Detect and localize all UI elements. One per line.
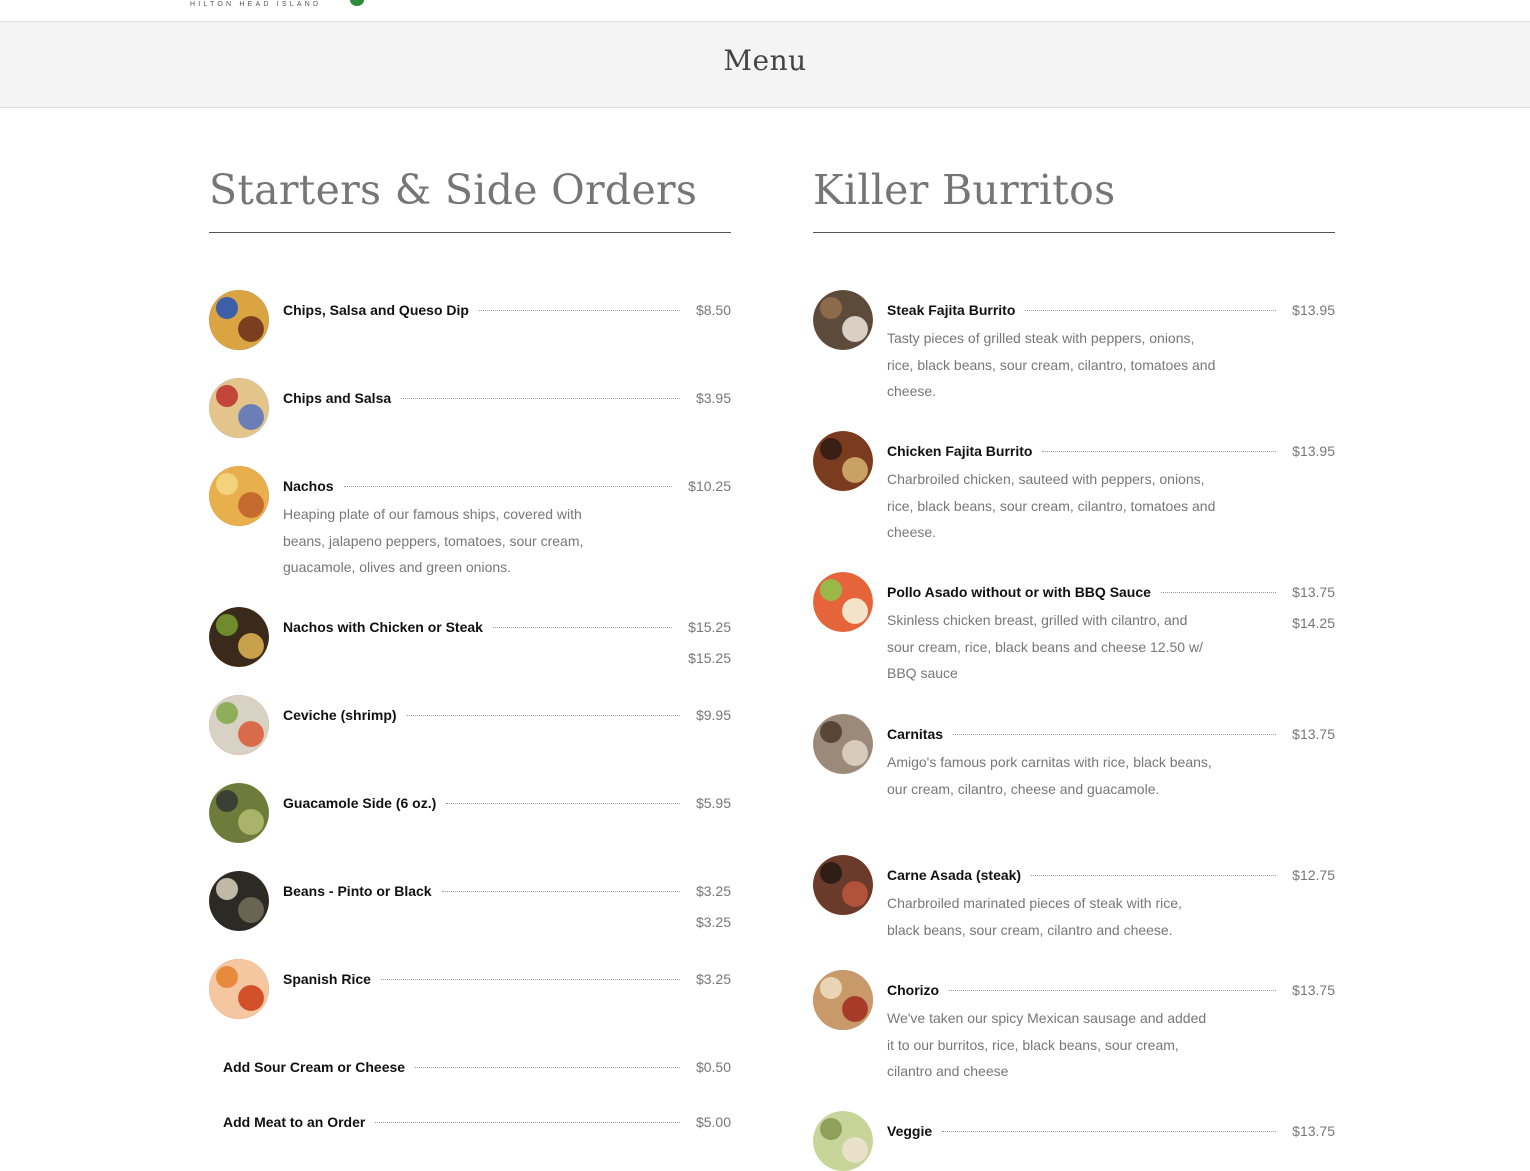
menu-item-name: Chicken Fajita Burrito [887,443,1033,459]
menu-item-price: $8.50 [695,302,731,318]
dotted-leader [949,990,1277,991]
beans-photo-icon [209,871,269,931]
menu-item-price: $9.95 [695,707,731,723]
menu-item-price: $13.75 [1292,982,1335,998]
menu-item-description: Heaping plate of our famous ships, cover… [283,506,584,575]
section-title-starters: Starters & Side Orders [209,160,731,233]
dotted-leader [942,1131,1277,1132]
dotted-leader [446,803,680,804]
menu-item-price: $13.95 [1292,443,1335,459]
menu-item-name: Ceviche (shrimp) [283,707,397,723]
menu-item-name: Carne Asada (steak) [887,867,1022,883]
menu-item-price: $13.75 [1292,584,1335,600]
steak-burrito-photo-icon [813,290,873,350]
menu-item-price-alt: $15.25 [688,650,731,666]
rice-photo-icon [209,959,269,1019]
menu-item-description: Charbroiled marinated pieces of steak wi… [887,895,1182,938]
menu-item-price: $10.25 [688,478,731,494]
dotted-leader [1042,451,1277,452]
menu-item-name: Spanish Rice [283,971,371,987]
menu-item-name: Carnitas [887,726,944,742]
menu-item-name: Guacamole Side (6 oz.) [283,795,437,811]
chorizo-photo-icon [813,970,873,1030]
logo-leaf-icon [350,0,364,6]
menu-item-name: Add Sour Cream or Cheese [223,1059,406,1075]
chips-salsa-photo-icon [209,378,269,438]
menu-item-price: $12.75 [1292,867,1335,883]
menu-item-price: $3.25 [695,883,731,899]
starters-section: Starters & Side Orders Chips, Salsa and … [209,160,731,1130]
menu-item-name: Pollo Asado without or with BBQ Sauce [887,584,1151,600]
menu-item-price-alt: $3.25 [695,914,731,930]
dotted-leader [401,398,680,399]
dotted-leader [1031,875,1277,876]
menu-item-name: Add Meat to an Order [223,1114,366,1130]
nachos-photo-icon [209,466,269,526]
ceviche-photo-icon [209,695,269,755]
dotted-leader [953,734,1277,735]
dotted-leader [380,979,680,980]
section-title-burritos: Killer Burritos [813,160,1335,233]
veggie-photo-icon [813,1111,873,1171]
dotted-leader [406,715,680,716]
menu-item-name: Nachos with Chicken or Steak [283,619,483,635]
menu-item-price: $13.75 [1292,1123,1335,1139]
dotted-leader [375,1122,680,1123]
top-nav-bar: HILTON HEAD ISLAND [0,0,1530,22]
menu-item-description: Tasty pieces of grilled steak with peppe… [887,330,1216,399]
menu-item-name: Steak Fajita Burrito [887,302,1016,318]
menu-item-price: $3.25 [695,971,731,987]
guacamole-photo-icon [209,783,269,843]
site-logo[interactable]: HILTON HEAD ISLAND [190,0,370,9]
menu-item-name: Veggie [887,1123,933,1139]
dotted-leader [1025,310,1277,311]
menu-item-price: $13.75 [1292,726,1335,742]
dotted-leader [1160,592,1277,593]
pollo-asado-photo-icon [813,572,873,632]
menu-item-name: Chips, Salsa and Queso Dip [283,302,469,318]
dotted-leader [441,891,680,892]
logo-text: HILTON HEAD ISLAND [190,1,322,8]
menu-item-price: $5.00 [695,1114,731,1130]
carnitas-photo-icon [813,714,873,774]
menu-item-price: $0.50 [695,1059,731,1075]
chips-queso-photo-icon [209,290,269,350]
menu-item-price: $5.95 [695,795,731,811]
menu-item-description: Charbroiled chicken, sauteed with pepper… [887,471,1216,540]
dotted-leader [492,627,673,628]
menu-item-description: We've taken our spicy Mexican sausage an… [887,1010,1207,1079]
dotted-leader [478,310,680,311]
nachos-meat-photo-icon [209,607,269,667]
menu-item-price: $13.95 [1292,302,1335,318]
menu-item-description: Skinless chicken breast, grilled with ci… [887,612,1203,681]
menu-item-name: Beans - Pinto or Black [283,883,432,899]
page-banner: Menu [0,22,1530,108]
page-title: Menu [723,44,807,77]
menu-item-price-alt: $14.25 [1292,615,1335,631]
dotted-leader [415,1067,680,1068]
menu-item-description: Amigo's famous pork carnitas with rice, … [887,754,1212,797]
menu-item-price: $15.25 [688,619,731,635]
menu-item-name: Chips and Salsa [283,390,392,406]
menu-item-name: Nachos [283,478,334,494]
burritos-section: Killer Burritos Steak Fajita Burrito $13… [813,160,1335,1171]
carne-asada-photo-icon [813,855,873,915]
menu-item-price: $3.95 [695,390,731,406]
dotted-leader [343,486,673,487]
menu-item-name: Chorizo [887,982,940,998]
chicken-burrito-photo-icon [813,431,873,491]
